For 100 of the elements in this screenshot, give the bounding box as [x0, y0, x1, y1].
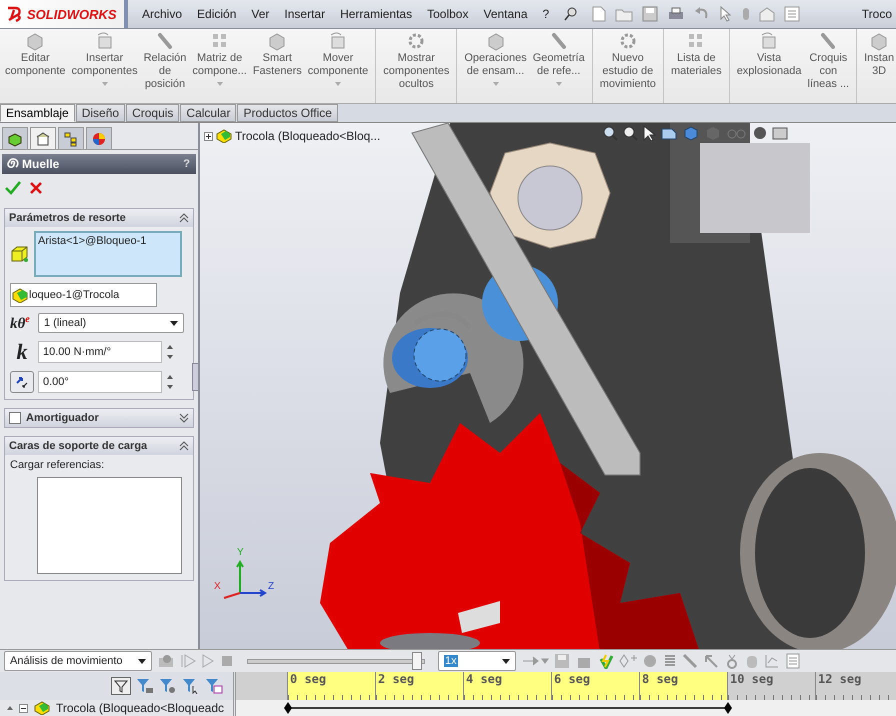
component-icon	[11, 287, 29, 303]
property-title: Muelle	[22, 157, 60, 171]
play-icon[interactable]	[201, 653, 215, 669]
ribbon-button[interactable]: Croquis con líneas ...	[804, 29, 852, 103]
ribbon-button[interactable]: Editar componente	[2, 29, 69, 103]
caret-icon	[502, 658, 510, 664]
caret-icon	[216, 82, 223, 86]
ribbon-button[interactable]: Matriz de compone...	[189, 29, 250, 103]
assembly-name[interactable]: Trocola (Bloqueado<Bloqueadc	[56, 701, 224, 715]
section-header[interactable]: Parámetros de resorte	[5, 209, 193, 227]
menu-item[interactable]: Herramientas	[340, 7, 412, 21]
caret-icon	[102, 82, 108, 86]
ribbon-button[interactable]: Instan 3D	[856, 29, 896, 103]
panel-tab[interactable]	[2, 127, 28, 149]
menu-item[interactable]: Edición	[197, 7, 236, 21]
chevron-icon[interactable]	[179, 213, 189, 223]
caret-icon	[556, 82, 562, 86]
playback-slider[interactable]	[247, 652, 425, 670]
document-title: Troco	[862, 7, 893, 21]
panel-tab[interactable]	[58, 127, 84, 149]
ribbon-button[interactable]: Relación de posición	[140, 29, 190, 103]
pointer-icon[interactable]	[642, 125, 656, 141]
caret-icon	[138, 658, 146, 664]
exponent-symbol: kθ$^{e}$	[10, 314, 31, 332]
tab[interactable]: Ensamblaje	[0, 104, 75, 122]
checkbox[interactable]	[9, 412, 21, 424]
add-key-icon[interactable]	[619, 653, 637, 669]
menu-item[interactable]: ?	[542, 7, 550, 21]
expand-icon[interactable]	[204, 132, 213, 140]
section-header[interactable]: Amortiguador	[5, 409, 193, 427]
direction-button[interactable]	[10, 371, 34, 393]
sphere-icon[interactable]	[752, 125, 768, 141]
study-properties-icon[interactable]	[785, 653, 801, 669]
color-wheel-icon	[91, 130, 107, 146]
axis-label: Y	[237, 547, 244, 558]
menu-item[interactable]: Toolbox	[427, 7, 468, 21]
zoom-fit-icon[interactable]	[602, 125, 618, 141]
chevron-icon[interactable]	[179, 441, 189, 451]
logo-mark-icon	[6, 6, 24, 22]
menu-item[interactable]: Insertar	[284, 7, 326, 21]
menu-item[interactable]: Ventana	[483, 7, 528, 21]
new-document-icon[interactable]	[592, 6, 606, 22]
tab[interactable]: Productos Office	[237, 104, 338, 122]
cancel-x-icon[interactable]	[29, 181, 43, 195]
cube-icon	[486, 31, 506, 51]
panel-tab[interactable]	[30, 127, 56, 149]
angle-field[interactable]: 0.00°	[38, 371, 162, 393]
slider-thumb[interactable]	[412, 652, 422, 670]
tab[interactable]: Calcular	[180, 104, 236, 122]
collapse-icon[interactable]	[19, 704, 28, 712]
selection-list[interactable]: Arista<1>@Bloqueo-1	[34, 231, 182, 277]
ribbon-button[interactable]: Insertar componentes	[68, 29, 141, 103]
time-label: 12 seg	[817, 672, 862, 686]
study-type-dropdown[interactable]: Análisis de movimiento	[4, 651, 152, 671]
help-button[interactable]: ?	[183, 158, 190, 170]
component-field[interactable]: loqueo-1@Trocola	[10, 283, 157, 307]
menu-item[interactable]: Ver	[251, 7, 270, 21]
filter-animated-icon[interactable]	[136, 678, 154, 694]
assembly-name[interactable]: Trocola (Bloqueado<Bloq...	[235, 129, 380, 143]
reference-list[interactable]	[37, 477, 182, 574]
caret-icon	[492, 82, 499, 86]
results-plot-icon[interactable]	[764, 653, 780, 669]
section-header[interactable]: Caras de soporte de carga	[5, 437, 193, 455]
exponent-dropdown[interactable]: 1 (lineal)	[38, 313, 184, 333]
ribbon-button[interactable]: Mover componente	[304, 29, 372, 103]
zoom-area-icon[interactable]	[622, 125, 638, 141]
stop-icon[interactable]	[220, 653, 234, 669]
ribbon-button[interactable]: Lista de materiales	[662, 29, 725, 103]
filter-selected-icon[interactable]	[182, 678, 200, 694]
ribbon-button[interactable]: Mostrar componentes ocultos	[375, 29, 452, 103]
ribbon-button[interactable]: Smart Fasteners	[250, 29, 305, 103]
time-label: 2 seg	[377, 672, 414, 686]
spring-constant-field[interactable]: 10.00 N·mm/°	[38, 341, 162, 363]
ribbon-button[interactable]: Operaciones de ensam...	[456, 29, 530, 103]
force-icon[interactable]	[703, 653, 719, 669]
pin-icon[interactable]	[564, 7, 578, 21]
ok-check-icon[interactable]	[5, 180, 21, 196]
ribbon-button[interactable]: Nuevo estudio de movimiento	[592, 29, 659, 103]
chevron-icon[interactable]	[179, 413, 189, 423]
cube-icon	[267, 31, 288, 51]
save-icon[interactable]	[642, 6, 658, 22]
scroll-up-icon[interactable]	[6, 704, 14, 712]
tab[interactable]: Diseño	[76, 104, 126, 122]
playback-speed-dropdown[interactable]: 1x	[438, 651, 516, 671]
ribbon-button[interactable]: Geometría de refe...	[530, 29, 588, 103]
list-icon[interactable]	[784, 6, 800, 22]
assembly-icon	[216, 129, 232, 143]
printer-icon[interactable]	[667, 6, 686, 22]
axis-label: Z	[268, 581, 274, 592]
ribbon-button[interactable]: Vista explosionada	[728, 29, 805, 103]
lightning-check-icon[interactable]	[598, 653, 614, 669]
filter-results-icon[interactable]	[205, 678, 223, 694]
filter-driving-icon[interactable]	[159, 678, 177, 694]
panel-collapse-handle[interactable]	[192, 363, 198, 391]
assembly-icon	[33, 701, 51, 715]
tab[interactable]: Croquis	[126, 104, 180, 122]
scene-icon[interactable]	[772, 125, 788, 141]
play-from-start-icon[interactable]	[180, 653, 196, 669]
filter-icon[interactable]	[111, 677, 131, 695]
menu-item[interactable]: Archivo	[142, 7, 182, 21]
